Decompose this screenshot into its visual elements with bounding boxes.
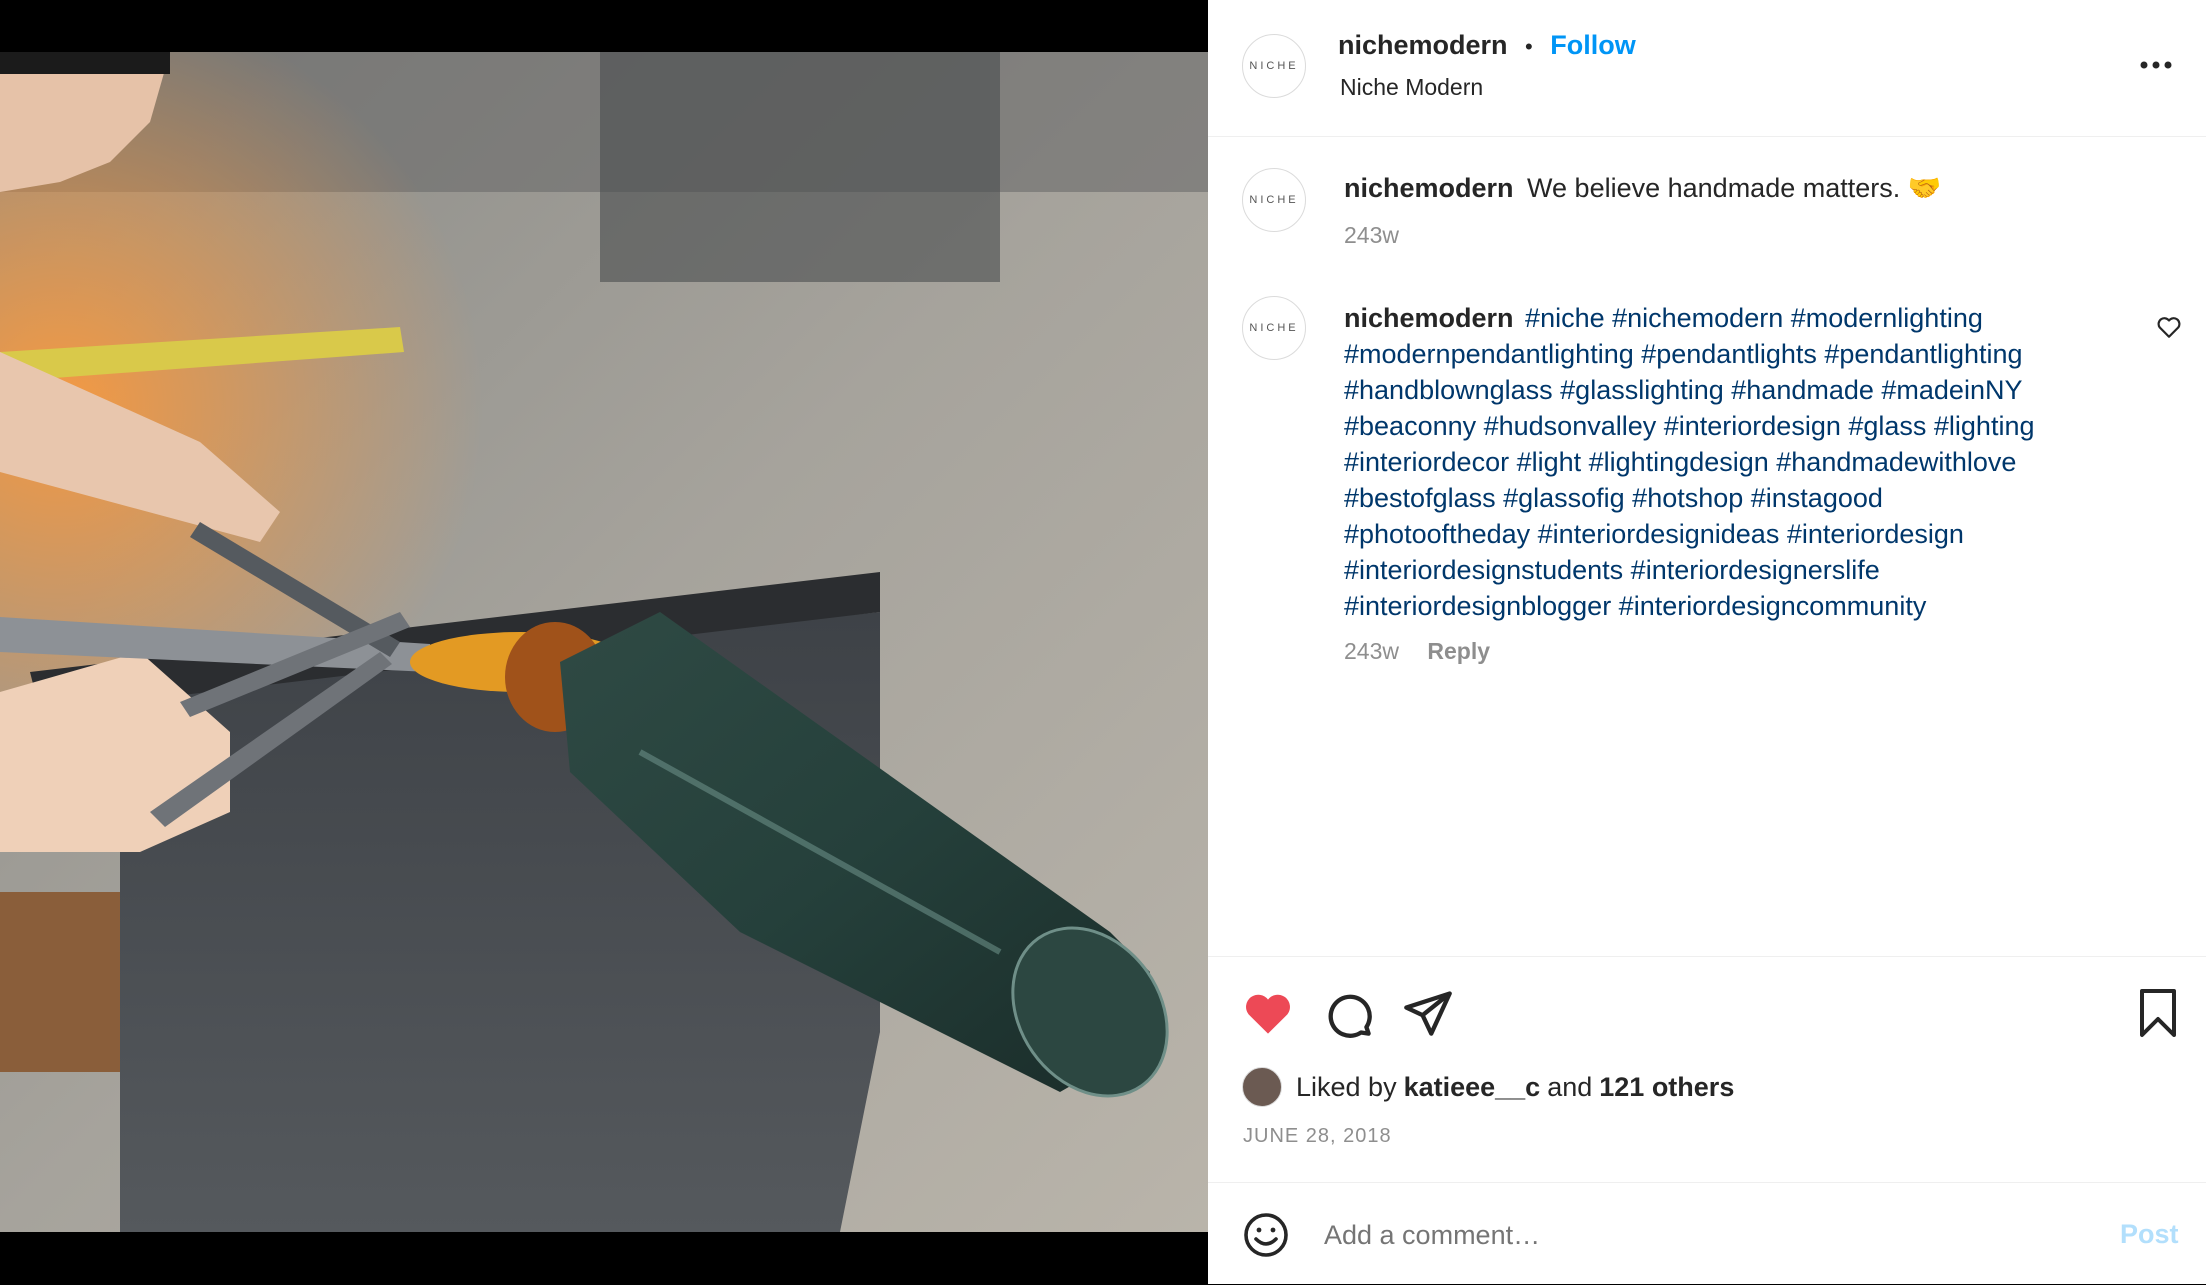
- heart-outline-glyph: [2157, 317, 2181, 338]
- liked-by-others[interactable]: 121 others: [1599, 1072, 1734, 1103]
- post-comment-button[interactable]: Post: [2120, 1219, 2179, 1250]
- liked-by-and: and: [1547, 1071, 1593, 1102]
- hashtag-line[interactable]: #modernpendantlighting #pendantlights #p…: [1344, 336, 2124, 372]
- author-subtitle: Niche Modern: [1340, 74, 1484, 100]
- hashtag-line: nichemodern #niche #nichemodern #modernl…: [1344, 300, 2124, 336]
- post-details-panel: NICHE nichemodern • Follow Niche Modern …: [1208, 0, 2206, 1284]
- caption-time[interactable]: 243w: [1344, 222, 1399, 249]
- caption-username[interactable]: nichemodern: [1344, 173, 1514, 203]
- hashtag-line[interactable]: #interiordesignblogger #interiordesignco…: [1344, 588, 2124, 624]
- liked-by-user[interactable]: katieee__c: [1404, 1072, 1541, 1103]
- post-date[interactable]: JUNE 28, 2018: [1243, 1125, 1392, 1148]
- hashtag-line[interactable]: #bestofglass #glassofig #hotshop #instag…: [1344, 480, 2124, 516]
- avatar-logo-text: NICHE: [1249, 194, 1299, 206]
- bookmark-glyph: [2140, 989, 2176, 1037]
- separator-dot: •: [1525, 34, 1533, 59]
- avatar-logo-text: NICHE: [1249, 60, 1299, 72]
- post-photo[interactable]: [0, 52, 1208, 1232]
- more-dots-glyph: [2140, 61, 2172, 69]
- add-comment-bar: Post: [1208, 1182, 2206, 1285]
- author-username[interactable]: nichemodern: [1338, 30, 1508, 60]
- save-bookmark-icon[interactable]: [2134, 987, 2182, 1039]
- post-header: NICHE nichemodern • Follow Niche Modern: [1208, 0, 2206, 137]
- more-options-icon[interactable]: [2136, 50, 2176, 80]
- caption-text-row: nichemodern We believe handmade matters.…: [1344, 172, 2164, 204]
- glassblowing-photo: [0, 52, 1208, 1232]
- comment-time[interactable]: 243w: [1344, 638, 1399, 664]
- post-dialog: NICHE nichemodern • Follow Niche Modern …: [0, 0, 2206, 1284]
- caption-avatar[interactable]: NICHE: [1242, 168, 1306, 232]
- author-avatar[interactable]: NICHE: [1242, 34, 1306, 98]
- comment-like-icon[interactable]: [2156, 314, 2182, 340]
- hashtag-text[interactable]: #niche #nichemodern #modernlighting: [1525, 303, 1983, 333]
- heart-filled-glyph: [1246, 994, 1290, 1034]
- liked-by-row: Liked by katieee__c and 121 others: [1242, 1067, 1734, 1107]
- paper-plane-glyph: [1404, 991, 1452, 1036]
- hashtag-line[interactable]: #beaconny #hudsonvalley #interiordesign …: [1344, 408, 2124, 444]
- follow-button[interactable]: Follow: [1550, 30, 1635, 60]
- hashtag-line[interactable]: #interiordesignstudents #interiordesigne…: [1344, 552, 2124, 588]
- smiley-glyph: [1244, 1213, 1288, 1257]
- liked-by-prefix: Liked by: [1296, 1071, 1397, 1102]
- post-media: [0, 0, 1208, 1284]
- comment-meta: 243w Reply: [1344, 638, 1490, 665]
- comment-body: nichemodern #niche #nichemodern #modernl…: [1344, 300, 2124, 624]
- emoji-icon[interactable]: [1242, 1211, 1290, 1259]
- avatar-logo-text: NICHE: [1249, 322, 1299, 334]
- hashtag-line[interactable]: #photooftheday #interiordesignideas #int…: [1344, 516, 2124, 552]
- comment-avatar[interactable]: NICHE: [1242, 296, 1306, 360]
- comment-icon[interactable]: [1322, 987, 1374, 1039]
- speech-bubble-glyph: [1328, 994, 1372, 1038]
- liker-avatar[interactable]: [1242, 1067, 1282, 1107]
- reply-button[interactable]: Reply: [1427, 638, 1490, 664]
- comment-input[interactable]: [1322, 1209, 2006, 1261]
- hashtag-line[interactable]: #interiordecor #light #lightingdesign #h…: [1344, 444, 2124, 480]
- share-icon[interactable]: [1402, 987, 1454, 1039]
- like-heart-icon[interactable]: [1242, 987, 1294, 1039]
- hashtag-line[interactable]: #handblownglass #glasslighting #handmade…: [1344, 372, 2124, 408]
- header-title-row: nichemodern • Follow: [1338, 30, 1636, 61]
- post-actions: Liked by katieee__c and 121 others JUNE …: [1208, 956, 2206, 1183]
- caption-text: We believe handmade matters. 🤝: [1527, 173, 1942, 203]
- comment-username[interactable]: nichemodern: [1344, 303, 1514, 333]
